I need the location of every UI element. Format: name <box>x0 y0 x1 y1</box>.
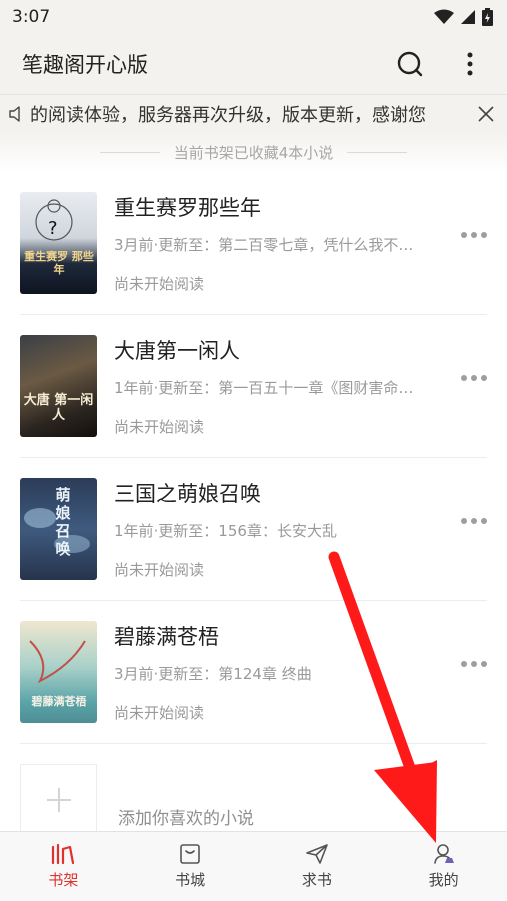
book-status: 尚未开始阅读 <box>114 418 205 436</box>
nav-bookshelf[interactable]: 书架 <box>0 832 127 901</box>
shelf-summary-text: 当前书架已收藏4本小说 <box>173 143 334 162</box>
nav-label: 书架 <box>48 871 79 889</box>
book-status: 尚未开始阅读 <box>114 275 205 293</box>
notice-bar: 的阅读体验，服务器再次升级，版本更新，感谢您 <box>0 94 507 132</box>
book-update: 1年前·更新至：156章：长安大乱 <box>114 522 337 540</box>
app-title: 笔趣阁开心版 <box>22 53 148 77</box>
app-bar: 笔趣阁开心版 <box>0 34 507 94</box>
book-item[interactable]: 碧藤满苍梧 碧藤满苍梧 3月前·更新至：第124章 终曲 尚未开始阅读 <box>20 601 487 744</box>
search-button[interactable] <box>395 49 425 79</box>
add-book-row[interactable]: 添加你喜欢的小说 <box>20 744 487 834</box>
status-icons <box>434 8 493 26</box>
book-cover: 碧藤满苍梧 <box>20 621 97 723</box>
cover-title: 重生赛罗 那些年 <box>24 250 94 276</box>
bookshelf-icon <box>52 843 75 865</box>
cover-title: 碧藤满苍梧 <box>31 695 87 708</box>
book-update: 3月前·更新至：第二百零七章，凭什么我不… <box>114 236 414 254</box>
close-icon[interactable] <box>477 105 495 123</box>
wifi-icon <box>434 9 454 24</box>
nav-bookstore[interactable]: 书城 <box>127 832 254 901</box>
book-item[interactable]: ? 重生赛罗 那些年 重生赛罗那些年 3月前·更新至：第二百零七章，凭什么我不…… <box>20 172 487 315</box>
speaker-icon <box>9 105 20 122</box>
book-title: 碧藤满苍梧 <box>114 625 219 649</box>
add-book-label: 添加你喜欢的小说 <box>118 809 254 829</box>
book-title: 三国之萌娘召唤 <box>114 482 261 506</box>
book-title: 重生赛罗那些年 <box>114 196 261 220</box>
divider <box>99 151 160 153</box>
signal-icon <box>461 10 475 24</box>
plus-icon <box>46 787 71 812</box>
shelf-summary: 当前书架已收藏4本小说 <box>0 132 507 172</box>
book-cover: 萌 娘 召唤 <box>20 478 97 580</box>
book-more-button[interactable] <box>461 661 487 667</box>
add-book-button[interactable] <box>20 764 97 834</box>
book-more-button[interactable] <box>461 232 487 238</box>
book-cover: ? 重生赛罗 那些年 <box>20 192 97 294</box>
nav-profile[interactable]: 我的 <box>380 832 507 901</box>
book-more-button[interactable] <box>461 518 487 524</box>
cover-title: 大唐 第一闲人 <box>23 393 94 423</box>
book-more-button[interactable] <box>461 375 487 381</box>
book-update: 3月前·更新至：第124章 终曲 <box>114 665 312 683</box>
nav-label: 我的 <box>428 871 459 889</box>
divider <box>347 151 408 153</box>
paper-plane-icon <box>306 844 328 864</box>
bookstore-icon <box>180 844 200 864</box>
status-bar: 3:07 <box>0 0 507 34</box>
notice-text: 的阅读体验，服务器再次升级，版本更新，感谢您 <box>30 104 426 126</box>
book-cover: 大唐 第一闲人 <box>20 335 97 437</box>
svg-text:?: ? <box>48 218 58 239</box>
bottom-nav: 书架 书城 求书 我的 <box>0 831 507 901</box>
nav-label: 书城 <box>175 871 206 889</box>
book-title: 大唐第一闲人 <box>114 339 240 363</box>
more-menu-button[interactable] <box>455 49 485 79</box>
profile-icon <box>433 844 454 864</box>
cover-title: 萌 娘 召唤 <box>55 486 71 558</box>
book-update: 1年前·更新至：第一百五十一章《图财害命… <box>114 379 414 397</box>
nav-request-book[interactable]: 求书 <box>254 832 381 901</box>
more-vertical-icon <box>467 52 473 76</box>
battery-icon <box>482 8 493 26</box>
book-item[interactable]: 萌 娘 召唤 三国之萌娘召唤 1年前·更新至：156章：长安大乱 尚未开始阅读 <box>20 458 487 601</box>
status-time: 3:07 <box>12 7 51 27</box>
book-status: 尚未开始阅读 <box>114 561 205 579</box>
nav-label: 求书 <box>301 871 332 889</box>
search-icon <box>397 51 423 77</box>
book-item[interactable]: 大唐 第一闲人 大唐第一闲人 1年前·更新至：第一百五十一章《图财害命… 尚未开… <box>20 315 487 458</box>
book-list: ? 重生赛罗 那些年 重生赛罗那些年 3月前·更新至：第二百零七章，凭什么我不…… <box>0 172 507 834</box>
book-status: 尚未开始阅读 <box>114 704 205 722</box>
